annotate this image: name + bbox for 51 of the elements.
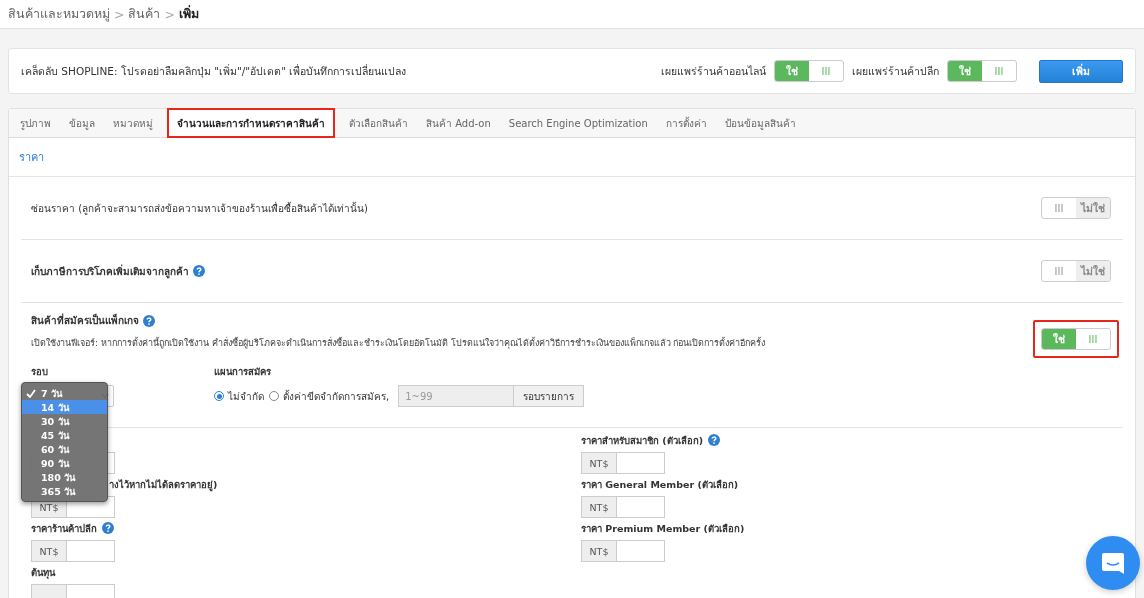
field-label: รอบ (31, 365, 49, 379)
breadcrumb-item[interactable]: สินค้า (128, 4, 161, 24)
field-label: ต้นทุน (31, 565, 55, 580)
dropdown-option[interactable]: 60 วัน (22, 442, 107, 456)
breadcrumb-item: เพิ่ม (178, 4, 199, 23)
field-label: ราคาร้านค้าปลีก (31, 521, 97, 536)
field-label: ราคา General Member (ตัวเลือก) (581, 477, 739, 492)
tab[interactable]: สินค้า Add-on (417, 109, 500, 137)
tab[interactable]: ตัวเลือกสินค้า (340, 109, 417, 137)
currency-prefix: NT$ (581, 496, 617, 518)
dropdown-option[interactable]: 180 วัน (22, 470, 107, 484)
setting-description: เปิดใช้งานฟีเจอร์: หากการตั้งค่านี้ถูกเปิดใช้งาน คำสั่งซื้อผู้บริโภคจะดำเนินการสั่งซื้อและชำระเงินโดยอัตโนมัติ โปรดแน่ใจว่าคุณได้ตั้งค่าวิธีการชำระเงินของแพ็กเกจแล้ว ก่อนเปิดการตั้งค่าอีกครั้ง (31, 336, 766, 350)
toggle-label: เผยแพร่ร้านค้าออนไลน์ (661, 63, 766, 79)
tab[interactable]: จำนวนและการกำหนดราคาสินค้า (168, 109, 334, 137)
toggle-label: เผยแพร่ร้านค้าปลีก (852, 63, 939, 79)
dropdown-option[interactable]: 90 วัน (22, 456, 107, 470)
tab[interactable]: รูปภาพ (11, 109, 60, 137)
field-label: ราคา Premium Member (ตัวเลือก) (581, 521, 745, 536)
field-label: แผนการสมัคร (214, 365, 272, 379)
setting-title: เก็บภาษีการบริโภคเพิ่มเติมจากลูกค้า (31, 263, 189, 279)
tab[interactable]: ป้อนข้อมูลสินค้า (715, 109, 805, 137)
tab[interactable]: หมวดหมู่ (104, 109, 162, 137)
toggle-switch[interactable]: ใช่ III (774, 60, 844, 82)
dropdown-option[interactable]: 45 วัน (22, 428, 107, 442)
dropdown-option[interactable]: 365 วัน (22, 484, 107, 498)
setting-title: สินค้าที่สมัครเป็นแพ็กเกจ (31, 313, 139, 328)
currency-prefix: NT$ (581, 452, 617, 474)
dropdown-option[interactable]: 7 วัน (22, 386, 107, 400)
add-button[interactable]: เพิ่ม (1039, 59, 1123, 83)
dropdown-option[interactable]: 14 วัน (22, 400, 107, 414)
field-label: างไว้หากไม่ได้ลดราคาอยู่) (109, 477, 218, 492)
tab[interactable]: การตั้งค่า (656, 109, 716, 137)
setting-title: ซ่อนราคา (ลูกค้าจะสามารถส่งข้อความหาเจ้าของร้านเพื่อซื้อสินค้าได้เท่านั้น) (31, 200, 368, 216)
tab[interactable]: ข้อมูล (60, 109, 104, 137)
currency-prefix: NT$ (581, 540, 617, 562)
tip-text: เคล็ดลับ SHOPLINE: โปรดอย่าลืมคลิกปุ่ม "เพิ่ม"/"อัปเดต" เพื่อบันทึกการเปลี่ยนแปลง (21, 63, 408, 80)
breadcrumb-separator: > (164, 6, 175, 22)
toggle-switch[interactable]: III ไม่ใช่ (1041, 197, 1111, 219)
toggle-switch[interactable]: ใช่ III (1041, 328, 1111, 350)
currency-prefix: NT$ (31, 540, 67, 562)
tab[interactable]: Search Engine Optimization (499, 109, 657, 137)
dropdown-option[interactable]: 30 วัน (22, 414, 107, 428)
field-label: ราคาสำหรับสมาชิก (ตัวเลือก) (581, 433, 703, 448)
breadcrumb-separator: > (114, 6, 125, 22)
radio-label[interactable]: ไม่จำกัด (228, 388, 264, 404)
toggle-switch[interactable]: III ไม่ใช่ (1041, 260, 1111, 282)
radio-label[interactable]: ตั้งค่าขีดจำกัดการสมัคร, (283, 388, 390, 404)
unit-addon: รอบรายการ (514, 385, 585, 407)
toggle-switch[interactable]: ใช่ III (947, 60, 1017, 82)
section-title: ราคา (9, 138, 1135, 177)
breadcrumb-item[interactable]: สินค้าและหมวดหมู่ (8, 4, 110, 24)
